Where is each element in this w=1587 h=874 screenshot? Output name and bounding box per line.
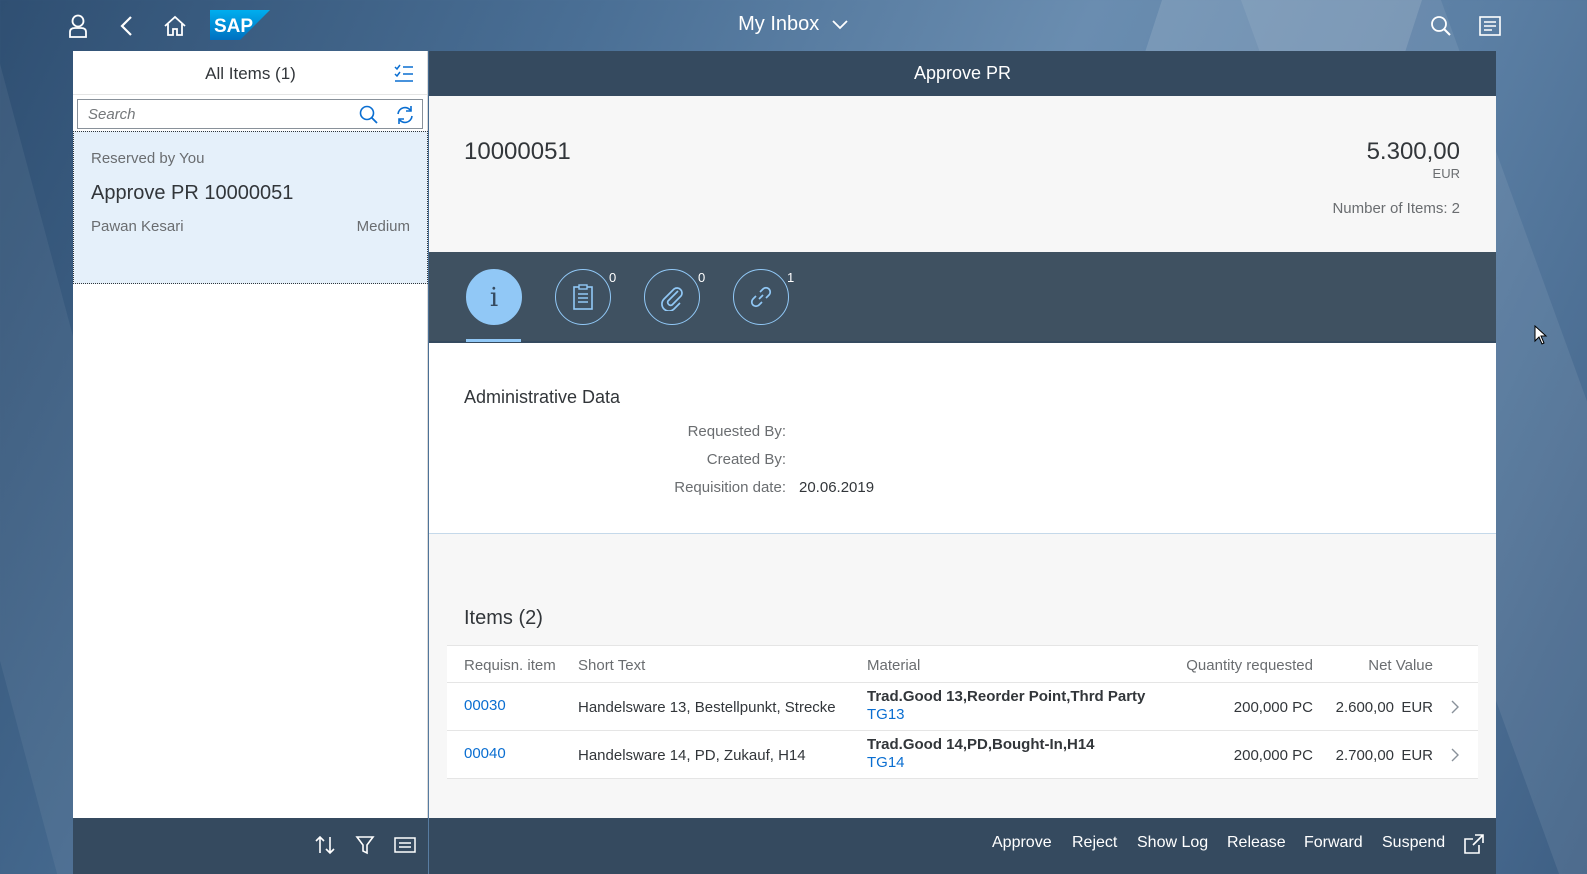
column-header-material: Material — [867, 657, 921, 674]
group-icon[interactable] — [393, 833, 417, 857]
detail-footer-toolbar: Approve Reject Show Log Release Forward … — [429, 818, 1496, 874]
requisition-date-label: Requisition date: — [674, 479, 786, 496]
refresh-icon[interactable] — [394, 104, 416, 126]
net-value: 2.600,00 — [1335, 699, 1394, 716]
release-button[interactable]: Release — [1227, 834, 1286, 852]
notifications-icon[interactable] — [1476, 12, 1504, 40]
tab-selection-indicator — [466, 339, 521, 342]
item-number-link[interactable]: 00040 — [464, 745, 506, 762]
item-status: Reserved by You — [91, 150, 205, 167]
shell-bar: SAP My Inbox — [0, 0, 1587, 52]
material-name: Trad.Good 14,PD,Bought-In,H14 — [867, 736, 1095, 753]
column-header-quantity: Quantity requested — [1186, 657, 1313, 674]
net-value-currency: EUR — [1401, 747, 1433, 764]
detail-header-title: Approve PR — [429, 51, 1496, 96]
chevron-right-icon — [1451, 748, 1459, 762]
administrative-data-section: Administrative Data Requested By: Create… — [429, 343, 1496, 534]
item-number-link[interactable]: 00030 — [464, 697, 506, 714]
multi-select-icon[interactable] — [393, 63, 415, 85]
search-input[interactable]: Search — [77, 99, 423, 129]
column-header-short-text: Short Text — [578, 657, 646, 674]
sort-icon[interactable] — [313, 833, 337, 857]
items-section-title: Items (2) — [464, 607, 543, 629]
approve-button[interactable]: Approve — [992, 834, 1052, 852]
notes-icon — [573, 284, 593, 310]
material-id-link[interactable]: TG14 — [867, 754, 905, 771]
list-item[interactable]: Reserved by You Approve PR 10000051 Pawa… — [73, 131, 428, 284]
chevron-right-icon — [1451, 700, 1459, 714]
tab-info[interactable]: i — [466, 269, 522, 325]
paperclip-icon — [661, 287, 683, 311]
suspend-button[interactable]: Suspend — [1382, 834, 1445, 852]
object-currency: EUR — [1432, 166, 1460, 181]
created-by-label: Created By: — [706, 451, 786, 468]
forward-button[interactable]: Forward — [1304, 834, 1363, 852]
app-title-menu[interactable]: My Inbox — [0, 13, 1587, 36]
item-priority: Medium — [356, 218, 410, 235]
material-name: Trad.Good 13,Reorder Point,Thrd Party — [867, 688, 1146, 705]
master-title: All Items (1) — [205, 64, 296, 83]
net-value-currency: EUR — [1401, 699, 1433, 716]
notes-count: 0 — [609, 270, 617, 285]
show-log-button[interactable]: Show Log — [1137, 834, 1208, 852]
tab-attachments[interactable] — [644, 269, 700, 325]
object-header: 10000051 5.300,00 EUR Number of Items: 2 — [429, 96, 1496, 252]
column-header-item: Requisn. item — [464, 657, 556, 674]
table-header: Requisn. item Short Text Material Quanti… — [447, 646, 1478, 683]
table-row[interactable]: 00040 Handelsware 14, PD, Zukauf, H14 Tr… — [447, 731, 1478, 779]
master-footer — [73, 818, 428, 874]
object-title: 10000051 — [464, 138, 571, 165]
short-text: Handelsware 14, PD, Zukauf, H14 — [578, 747, 806, 764]
info-icon: i — [490, 283, 498, 311]
app-title[interactable]: My Inbox — [738, 13, 819, 35]
related-objects-count: 1 — [787, 270, 795, 285]
detail-panel: Approve PR 10000051 5.300,00 EUR Number … — [429, 51, 1496, 874]
item-title: Approve PR 10000051 — [91, 182, 294, 204]
section-title: Administrative Data — [464, 387, 621, 407]
tab-notes[interactable] — [555, 269, 611, 325]
items-table: Requisn. item Short Text Material Quanti… — [447, 645, 1478, 779]
material-id-link[interactable]: TG13 — [867, 706, 905, 723]
quantity: 200,000 PC — [1233, 699, 1313, 716]
master-header: All Items (1) — [73, 51, 427, 95]
master-list-panel: All Items (1) Search Reserved by You App… — [73, 51, 428, 874]
column-header-net-value: Net Value — [1368, 657, 1433, 674]
search-icon[interactable] — [358, 104, 380, 126]
chevron-down-icon[interactable] — [831, 18, 849, 30]
item-creator: Pawan Kesari — [91, 218, 184, 235]
object-items-count: Number of Items: 2 — [1332, 200, 1460, 217]
link-icon — [750, 286, 772, 308]
mouse-cursor-icon — [1534, 325, 1548, 345]
reject-button[interactable]: Reject — [1072, 834, 1117, 852]
search-placeholder: Search — [88, 106, 136, 123]
quantity: 200,000 PC — [1233, 747, 1313, 764]
svg-text:i: i — [490, 283, 498, 311]
tab-related-objects[interactable] — [733, 269, 789, 325]
filter-icon[interactable] — [353, 833, 377, 857]
short-text: Handelsware 13, Bestellpunkt, Strecke — [578, 699, 836, 716]
icon-tab-bar: i 0 0 1 — [429, 252, 1496, 343]
attachments-count: 0 — [698, 270, 706, 285]
net-value: 2.700,00 — [1335, 747, 1394, 764]
requested-by-label: Requested By: — [687, 423, 786, 440]
share-icon[interactable] — [1463, 833, 1485, 860]
table-row[interactable]: 00030 Handelsware 13, Bestellpunkt, Stre… — [447, 683, 1478, 731]
object-amount: 5.300,00 — [1366, 138, 1460, 165]
search-icon[interactable] — [1427, 12, 1455, 40]
requisition-date-value: 20.06.2019 — [799, 479, 875, 496]
